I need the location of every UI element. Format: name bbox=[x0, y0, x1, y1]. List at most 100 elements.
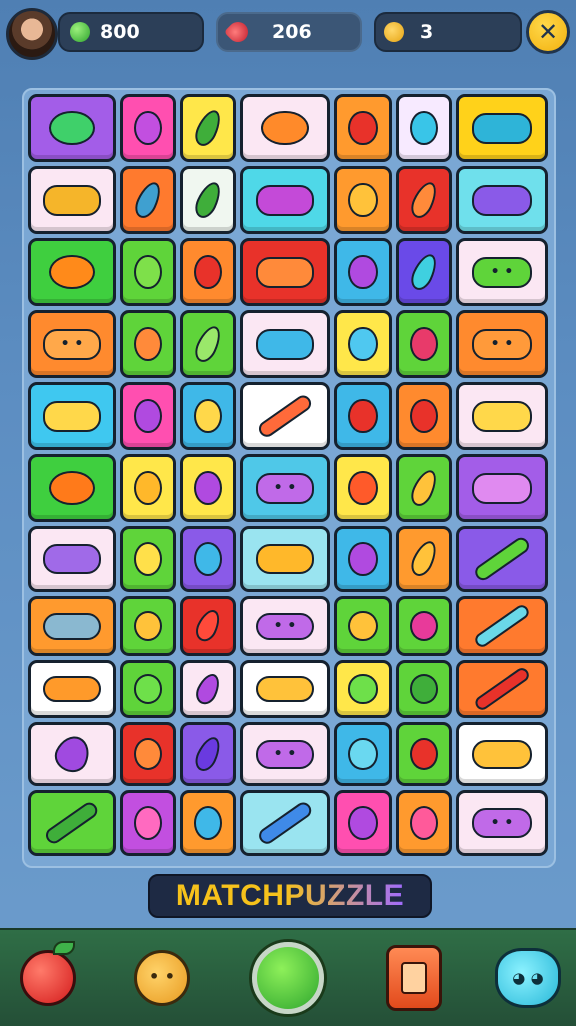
board-tile[interactable] bbox=[334, 94, 392, 162]
apple-booster-button[interactable] bbox=[10, 940, 86, 1016]
plum-icon bbox=[348, 806, 378, 840]
board-tile[interactable] bbox=[120, 596, 176, 656]
board-tile[interactable] bbox=[120, 454, 176, 522]
board-tile[interactable]: • • bbox=[456, 790, 548, 856]
board-tile[interactable] bbox=[396, 166, 452, 234]
board-tile[interactable] bbox=[28, 94, 116, 162]
board-tile[interactable] bbox=[396, 382, 452, 450]
board-tile[interactable] bbox=[334, 596, 392, 656]
board-tile[interactable] bbox=[180, 94, 236, 162]
board-tile[interactable]: • • bbox=[28, 310, 116, 378]
board-tile[interactable] bbox=[334, 722, 392, 786]
board-tile[interactable] bbox=[240, 166, 330, 234]
board-tile[interactable] bbox=[180, 660, 236, 718]
coin-icon bbox=[70, 22, 90, 42]
board-tile[interactable] bbox=[334, 660, 392, 718]
sun-icon bbox=[261, 110, 309, 146]
board-tile[interactable] bbox=[120, 94, 176, 162]
board-tile[interactable] bbox=[120, 238, 176, 306]
board-tile[interactable] bbox=[180, 310, 236, 378]
board-tile[interactable] bbox=[396, 596, 452, 656]
booster-button[interactable] bbox=[376, 940, 452, 1016]
board-tile[interactable] bbox=[396, 310, 452, 378]
board-tile[interactable] bbox=[28, 238, 116, 306]
player-avatar[interactable] bbox=[6, 8, 58, 60]
heart-icon bbox=[134, 737, 162, 771]
board-tile[interactable] bbox=[180, 166, 236, 234]
board-tile[interactable]: • • bbox=[240, 454, 330, 522]
board-tile[interactable] bbox=[240, 238, 330, 306]
board-tile[interactable] bbox=[180, 790, 236, 856]
board-tile[interactable] bbox=[456, 596, 548, 656]
game-board: • • • • • • • • • • • • • • bbox=[22, 88, 556, 868]
board-tile[interactable] bbox=[396, 722, 452, 786]
board-tile[interactable] bbox=[180, 454, 236, 522]
board-tile[interactable] bbox=[240, 526, 330, 592]
board-tile[interactable] bbox=[120, 722, 176, 786]
plum-icon bbox=[348, 254, 378, 290]
board-tile[interactable] bbox=[180, 382, 236, 450]
board-tile[interactable]: • • bbox=[456, 238, 548, 306]
board-tile[interactable] bbox=[180, 596, 236, 656]
board-tile[interactable] bbox=[396, 526, 452, 592]
board-tile[interactable] bbox=[334, 382, 392, 450]
radio-icon bbox=[471, 400, 533, 432]
mascot-button[interactable]: ◕ ◕ bbox=[490, 940, 566, 1016]
board-tile[interactable] bbox=[456, 722, 548, 786]
board-tile[interactable] bbox=[334, 454, 392, 522]
board-tile[interactable] bbox=[28, 722, 116, 786]
board-tile[interactable]: • • bbox=[240, 722, 330, 786]
board-tile[interactable] bbox=[28, 790, 116, 856]
board-tile[interactable] bbox=[396, 790, 452, 856]
board-tile[interactable] bbox=[240, 790, 330, 856]
board-tile[interactable] bbox=[120, 790, 176, 856]
board-tile[interactable] bbox=[240, 382, 330, 450]
board-tile[interactable] bbox=[28, 166, 116, 234]
board-tile[interactable] bbox=[334, 166, 392, 234]
board-tile[interactable] bbox=[180, 526, 236, 592]
go-button[interactable] bbox=[250, 940, 326, 1016]
flower-icon bbox=[410, 326, 438, 362]
board-tile[interactable] bbox=[240, 94, 330, 162]
board-tile[interactable] bbox=[456, 94, 548, 162]
board-tile[interactable] bbox=[396, 94, 452, 162]
capsule-icon bbox=[472, 602, 532, 650]
board-tile[interactable] bbox=[28, 454, 116, 522]
board-tile[interactable] bbox=[120, 660, 176, 718]
ball-icon bbox=[471, 184, 533, 216]
board-tile[interactable] bbox=[334, 238, 392, 306]
board-tile[interactable]: • • bbox=[456, 310, 548, 378]
leaf-icon bbox=[410, 674, 438, 704]
board-tile[interactable] bbox=[456, 166, 548, 234]
leaf-icon bbox=[192, 670, 224, 708]
board-tile[interactable] bbox=[180, 722, 236, 786]
board-tile[interactable] bbox=[456, 660, 548, 718]
close-button[interactable]: ✕ bbox=[526, 10, 570, 54]
board-tile[interactable] bbox=[396, 238, 452, 306]
face-eyes: • • bbox=[273, 618, 297, 634]
board-tile[interactable] bbox=[240, 660, 330, 718]
board-tile[interactable] bbox=[120, 526, 176, 592]
board-tile[interactable] bbox=[334, 790, 392, 856]
board-tile[interactable] bbox=[120, 310, 176, 378]
board-tile[interactable] bbox=[334, 310, 392, 378]
pencil-icon bbox=[255, 392, 315, 440]
face-eyes: • • bbox=[490, 336, 514, 352]
board-tile[interactable]: • • bbox=[240, 596, 330, 656]
cucumber-icon bbox=[472, 534, 532, 584]
board-tile[interactable] bbox=[396, 454, 452, 522]
board-tile[interactable] bbox=[120, 382, 176, 450]
board-tile[interactable] bbox=[28, 596, 116, 656]
board-tile[interactable] bbox=[456, 454, 548, 522]
board-tile[interactable] bbox=[28, 382, 116, 450]
board-tile[interactable] bbox=[334, 526, 392, 592]
board-tile[interactable] bbox=[28, 660, 116, 718]
board-tile[interactable] bbox=[120, 166, 176, 234]
board-tile[interactable] bbox=[456, 382, 548, 450]
helper-button[interactable]: • • bbox=[124, 940, 200, 1016]
board-tile[interactable] bbox=[180, 238, 236, 306]
board-tile[interactable] bbox=[28, 526, 116, 592]
board-tile[interactable] bbox=[240, 310, 330, 378]
board-tile[interactable] bbox=[456, 526, 548, 592]
board-tile[interactable] bbox=[396, 660, 452, 718]
